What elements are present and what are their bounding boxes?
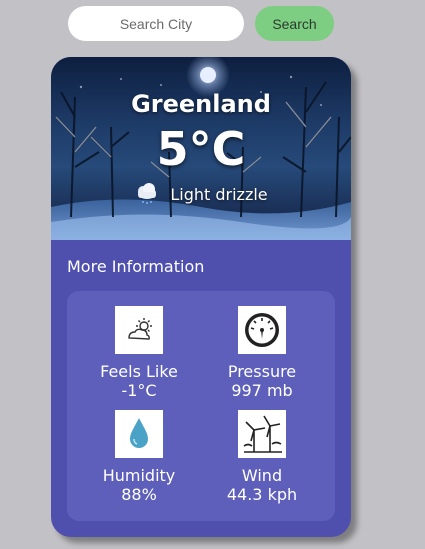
metric-feels-like: Feels Like -1°C <box>84 306 194 400</box>
condition-text: Light drizzle <box>170 184 268 204</box>
city-name: Greenland <box>131 90 271 118</box>
search-button[interactable]: Search <box>255 6 334 41</box>
search-input[interactable] <box>68 6 244 41</box>
more-info-title: More Information <box>67 257 205 276</box>
search-bar: Search <box>0 0 425 50</box>
metric-wind: Wind 44.3 kph <box>207 410 317 504</box>
metric-value: 44.3 kph <box>226 485 298 504</box>
metric-label: Wind <box>241 466 283 485</box>
metric-value: -1°C <box>121 381 157 400</box>
more-info-panel: Feels Like -1°C Pressure 997 mb Humidity… <box>67 291 335 521</box>
metric-label: Pressure <box>227 362 297 381</box>
metric-label: Humidity <box>102 466 176 485</box>
metric-pressure: Pressure 997 mb <box>207 306 317 400</box>
temperature: 5°C <box>156 122 246 176</box>
gauge-icon <box>238 306 286 354</box>
metric-humidity: Humidity 88% <box>84 410 194 504</box>
weather-card: Greenland 5°C Light drizzle More Informa… <box>51 57 351 537</box>
sun-cloud-icon <box>115 306 163 354</box>
metric-value: 88% <box>121 485 157 504</box>
drizzle-cloud-icon <box>138 183 157 204</box>
condition-row: Light drizzle <box>51 181 351 207</box>
wind-turbine-icon <box>238 410 286 458</box>
metric-value: 997 mb <box>231 381 293 400</box>
weather-hero: Greenland 5°C Light drizzle <box>51 57 351 240</box>
droplet-icon <box>115 410 163 458</box>
metric-label: Feels Like <box>100 362 178 381</box>
